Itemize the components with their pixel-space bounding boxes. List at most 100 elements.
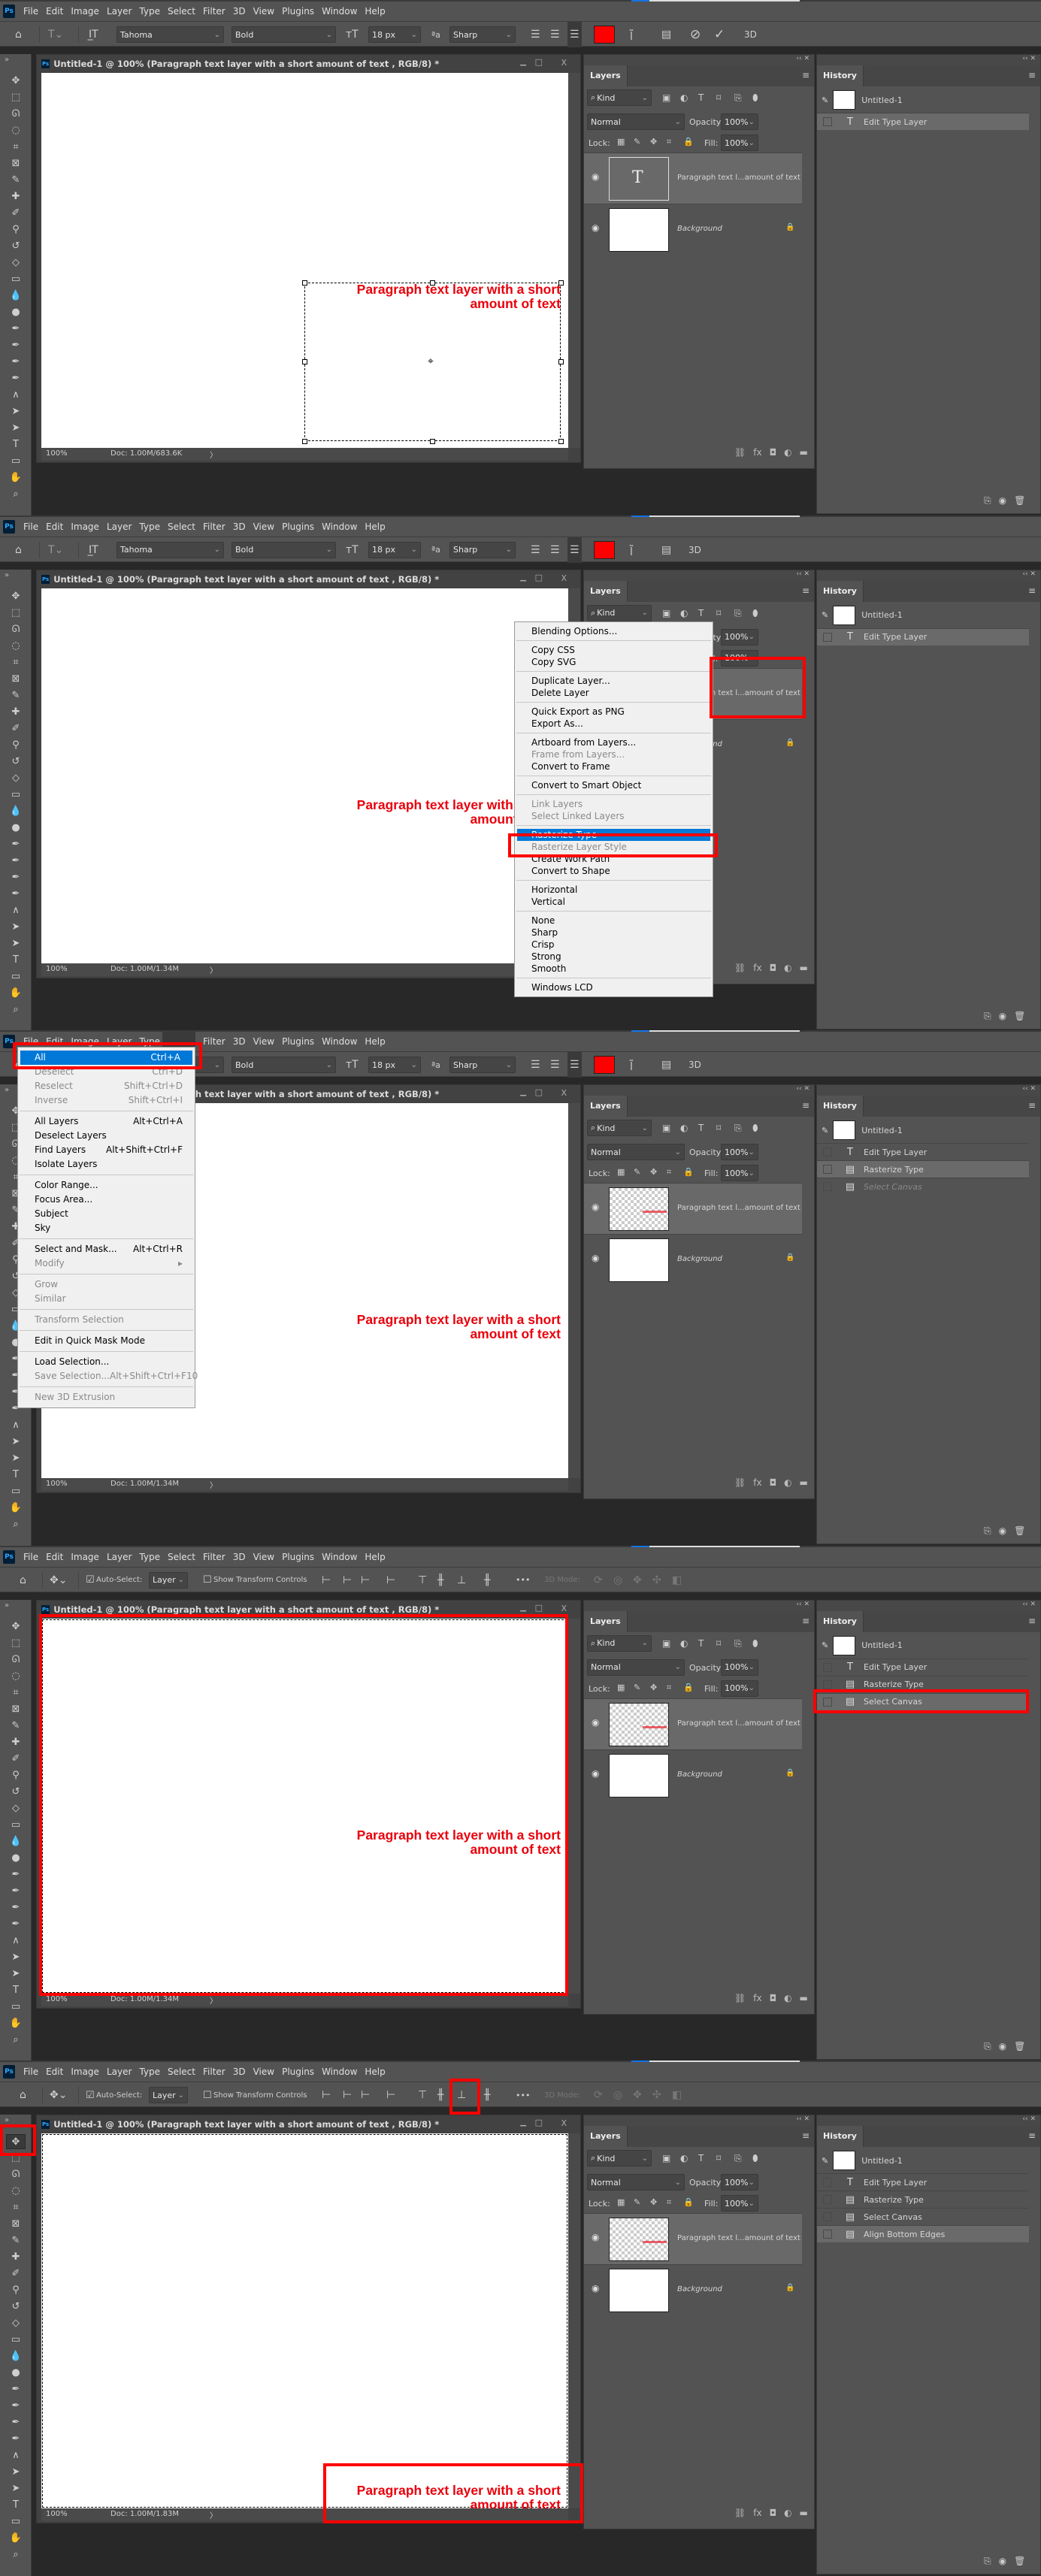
panel-menu-icon[interactable]: ≡ bbox=[1028, 70, 1036, 80]
antialias-select[interactable]: Sharp ⌄ bbox=[449, 541, 516, 558]
opacity-field[interactable]: 100% ⌄ bbox=[721, 1658, 758, 1676]
smart-object-filter-icon[interactable]: ⎘ bbox=[734, 1638, 742, 1649]
home-icon[interactable]: ⌂ bbox=[20, 2082, 26, 2108]
menu-item-isolate-layers[interactable]: Isolate Layers bbox=[18, 1157, 195, 1172]
rectangle-tool-icon[interactable]: ▭ bbox=[6, 2000, 26, 2015]
fill-field[interactable]: 100% ⌄ bbox=[721, 135, 758, 151]
eyedropper-icon[interactable]: ✎ bbox=[6, 2233, 26, 2248]
history-snapshot[interactable]: ✎ Untitled-1 bbox=[817, 1634, 1029, 1658]
panel-menu-icon[interactable]: ≡ bbox=[802, 2130, 809, 2141]
quick-selection-icon[interactable]: ◌ bbox=[6, 2184, 26, 2199]
menu-item-copy-svg[interactable]: Copy SVG bbox=[515, 656, 713, 668]
menu-item-subject[interactable]: Subject bbox=[18, 1207, 195, 1221]
type-tool-preset-icon[interactable]: T⌄ bbox=[48, 537, 63, 563]
crop-tool-icon[interactable]: ⌗ bbox=[6, 140, 26, 155]
history-source-checkbox[interactable] bbox=[823, 1165, 832, 1175]
canvas[interactable]: Paragraph text layer with a short amount … bbox=[41, 588, 568, 963]
type-tool-icon[interactable]: T bbox=[6, 1983, 26, 1998]
menu-edit[interactable]: Edit bbox=[42, 522, 67, 532]
link-layers-icon[interactable]: ⛓ bbox=[734, 2508, 746, 2518]
smart-object-filter-icon[interactable]: ⎘ bbox=[734, 92, 742, 104]
blend-mode-select[interactable]: Normal ⌄ bbox=[587, 113, 685, 130]
frame-tool-icon[interactable]: ⊠ bbox=[6, 156, 26, 171]
direct-selection-icon[interactable]: ➤ bbox=[6, 936, 26, 951]
convert-point-icon[interactable]: ∧ bbox=[6, 1418, 26, 1433]
align-top-edges-icon[interactable]: ⊤ bbox=[418, 1568, 427, 1593]
adjustment-filter-icon[interactable]: ◐ bbox=[680, 92, 688, 103]
add-mask-icon[interactable]: ◘ bbox=[770, 447, 777, 458]
add-mask-icon[interactable]: ◘ bbox=[770, 963, 777, 973]
freeform-pen-icon[interactable]: ✒ bbox=[6, 854, 26, 869]
menu-3d[interactable]: 3D bbox=[229, 522, 250, 532]
menu-type[interactable]: Type bbox=[135, 6, 164, 17]
fx-icon[interactable]: fx bbox=[753, 447, 761, 458]
menu-3d[interactable]: 3D bbox=[229, 2067, 250, 2077]
rectangle-tool-icon[interactable]: ▭ bbox=[6, 969, 26, 984]
menu-help[interactable]: Help bbox=[361, 2067, 389, 2077]
vertical-scrollbar[interactable] bbox=[568, 2133, 580, 2509]
menu-item-windows-lcd[interactable]: Windows LCD bbox=[515, 981, 713, 993]
history-source-checkbox[interactable] bbox=[823, 1662, 832, 1672]
warp-text-icon[interactable]: ꞁ̃ bbox=[630, 1052, 633, 1078]
gradient-tool-icon[interactable]: ▭ bbox=[6, 2333, 26, 2348]
new-snapshot-icon[interactable]: ◉ bbox=[999, 2556, 1006, 2567]
blur-tool-icon[interactable]: 💧 bbox=[6, 804, 26, 819]
panel-collapse-icon[interactable]: ‹‹ ✕ bbox=[584, 2115, 814, 2127]
move-tool-preset-icon[interactable]: ✥⌄ bbox=[50, 1568, 67, 1593]
auto-select-checkbox[interactable]: ☑ bbox=[86, 2082, 95, 2108]
font-style-select[interactable]: Bold ⌄ bbox=[232, 541, 336, 558]
history-brush-icon[interactable]: ↺ bbox=[6, 2299, 26, 2314]
dodge-tool-icon[interactable]: ● bbox=[6, 2366, 26, 2381]
crop-tool-icon[interactable]: ⌗ bbox=[6, 655, 26, 670]
layer-row[interactable]: ◉ Background 🔒 bbox=[584, 1749, 802, 1800]
add-anchor-icon[interactable]: ✒ bbox=[6, 870, 26, 885]
font-size-select[interactable]: 18 px ⌄ bbox=[368, 541, 421, 558]
transform-handle[interactable] bbox=[302, 280, 307, 286]
history-state[interactable]: ▤ Rasterize Type bbox=[817, 1160, 1029, 1178]
pixel-filter-icon[interactable]: ▣ bbox=[662, 1638, 670, 1649]
smart-object-filter-icon[interactable]: ⎘ bbox=[734, 608, 742, 619]
minimize-button[interactable]: ▁ bbox=[520, 1604, 526, 1612]
panel-collapse-icon[interactable]: ‹‹ ✕ bbox=[584, 1085, 814, 1096]
delete-anchor-icon[interactable]: ✒ bbox=[6, 887, 26, 902]
frame-tool-icon[interactable]: ⊠ bbox=[6, 1702, 26, 1717]
font-size-icon[interactable]: ᴛT bbox=[346, 537, 359, 563]
frame-tool-icon[interactable]: ⊠ bbox=[6, 672, 26, 687]
type-filter-icon[interactable]: T bbox=[698, 92, 704, 103]
dodge-tool-icon[interactable]: ● bbox=[6, 1851, 26, 1866]
eraser-tool-icon[interactable]: ◇ bbox=[6, 2316, 26, 2331]
move-tool-icon[interactable]: ✥ bbox=[6, 1619, 26, 1634]
move-tool-icon[interactable]: ✥ bbox=[6, 74, 26, 89]
collapse-toolbar-icon[interactable]: » bbox=[5, 56, 9, 64]
zoom-tool-icon[interactable]: ⌕ bbox=[6, 487, 26, 502]
history-snapshot[interactable]: ✎ Untitled-1 bbox=[817, 1118, 1029, 1142]
eraser-tool-icon[interactable]: ◇ bbox=[6, 255, 26, 271]
filter-toggle-icon[interactable]: ⬮ bbox=[752, 92, 758, 104]
history-source-checkbox[interactable] bbox=[823, 1182, 832, 1192]
toggle-orientation-icon[interactable]: I̲T bbox=[89, 537, 98, 563]
maximize-button[interactable]: □ bbox=[535, 57, 543, 67]
new-snapshot-icon[interactable]: ◉ bbox=[999, 2041, 1006, 2052]
menu-view[interactable]: View bbox=[250, 6, 278, 17]
new-snapshot-icon[interactable]: ◉ bbox=[999, 1525, 1006, 1537]
warp-text-icon[interactable]: ꞁ̃ bbox=[630, 22, 633, 47]
panel-menu-icon[interactable]: ≡ bbox=[1028, 2130, 1036, 2141]
path-selection-icon[interactable]: ➤ bbox=[6, 1950, 26, 1965]
antialias-select[interactable]: Sharp ⌄ bbox=[449, 1057, 516, 1074]
menu-file[interactable]: File bbox=[20, 6, 42, 17]
pen-tool-icon[interactable]: ✒ bbox=[6, 322, 26, 337]
antialias-select[interactable]: Sharp ⌄ bbox=[449, 26, 516, 43]
transform-handle[interactable] bbox=[558, 439, 564, 444]
new-document-from-state-icon[interactable]: ⎘ bbox=[984, 1011, 991, 1022]
type-tool-preset-icon[interactable]: T⌄ bbox=[48, 22, 63, 47]
new-document-from-state-icon[interactable]: ⎘ bbox=[984, 2556, 991, 2567]
menu-item-blending-options[interactable]: Blending Options... bbox=[515, 625, 713, 637]
menu-filter[interactable]: Filter bbox=[199, 522, 229, 532]
menu-3d[interactable]: 3D bbox=[229, 1036, 250, 1047]
menu-layer[interactable]: Layer bbox=[103, 2067, 135, 2077]
align-right-icon[interactable]: ☰ bbox=[567, 1052, 582, 1078]
align-right-icon[interactable]: ☰ bbox=[567, 537, 582, 563]
filter-toggle-icon[interactable]: ⬮ bbox=[752, 1638, 758, 1649]
path-selection-icon[interactable]: ➤ bbox=[6, 2465, 26, 2480]
layer-row[interactable]: ◉ Paragraph text l...amount of text bbox=[584, 1698, 802, 1749]
